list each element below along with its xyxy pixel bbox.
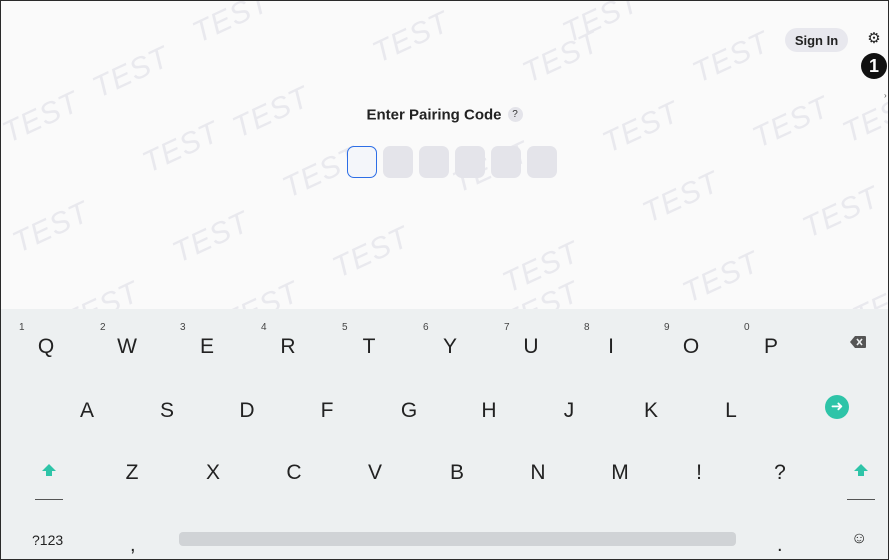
help-icon[interactable]: ? — [507, 107, 523, 123]
symbols-key[interactable]: ?123 — [32, 532, 63, 548]
key-number-hint: 9 — [664, 322, 670, 333]
key-k[interactable]: K — [627, 383, 675, 431]
watermark-text: TEST — [7, 195, 95, 260]
backspace-icon[interactable] — [845, 335, 871, 353]
keyboard-row-3: Z X C V B N M!? — [1, 445, 888, 493]
annotation-badge: 1 — [861, 53, 887, 79]
on-screen-keyboard: Q1W2E3R4T5Y6U7I8O9P0 ASDFGHJKL ➜ ZXCVBNM… — [1, 309, 888, 559]
chevron-right-icon: › — [884, 91, 887, 100]
key-z[interactable]: Z — [108, 445, 156, 493]
key-e[interactable]: E3 — [180, 319, 231, 367]
key-letter: Y — [442, 335, 457, 358]
watermark-text: TEST — [687, 25, 775, 90]
watermark-text: TEST — [797, 180, 885, 245]
key-s[interactable]: S — [143, 383, 191, 431]
pairing-screen: TEST TEST TEST TEST TEST TEST TEST TEST TEST TEST… — [0, 0, 889, 560]
key-t[interactable]: T5 — [342, 319, 393, 367]
key-q[interactable]: Q1 — [19, 319, 70, 367]
shift-underline — [847, 499, 875, 500]
code-digit-box[interactable] — [419, 146, 449, 178]
space-bar[interactable] — [179, 532, 736, 546]
key-d[interactable]: D — [223, 383, 271, 431]
period-key[interactable]: . — [777, 534, 783, 557]
key-letter: O — [682, 335, 700, 358]
sign-in-button[interactable]: Sign In — [785, 28, 848, 52]
key-letter: P — [763, 335, 778, 358]
key-number-hint: 5 — [342, 322, 348, 333]
key-h[interactable]: H — [465, 383, 513, 431]
key-number-hint: 1 — [19, 322, 25, 333]
watermark-text: TEST — [497, 235, 585, 300]
key-number-hint: 2 — [100, 322, 106, 333]
key-n[interactable]: N — [514, 445, 562, 493]
pairing-area: TEST TEST TEST TEST TEST TEST TEST TEST TEST TEST… — [1, 0, 888, 340]
code-digit-box[interactable] — [491, 146, 521, 178]
key-exclamation[interactable]: ! — [675, 445, 723, 493]
watermark-text: TEST — [517, 25, 605, 90]
keyboard-row-2: ASDFGHJKL — [1, 383, 888, 431]
key-f[interactable]: F — [303, 383, 351, 431]
key-y[interactable]: Y6 — [423, 319, 474, 367]
pairing-title-row: Enter Pairing Code? — [1, 106, 888, 124]
key-o[interactable]: O9 — [664, 319, 715, 367]
enter-arrow-icon[interactable]: ➜ — [825, 395, 849, 419]
watermark-text: TEST — [327, 220, 415, 285]
key-question[interactable]: ? — [756, 445, 804, 493]
key-letter: E — [199, 335, 214, 358]
key-p[interactable]: P0 — [744, 319, 795, 367]
watermark-text: TEST — [87, 40, 175, 105]
key-b[interactable]: B — [433, 445, 481, 493]
key-m[interactable]: M — [596, 445, 644, 493]
key-w[interactable]: W2 — [100, 319, 151, 367]
watermark-text: TEST — [137, 115, 225, 180]
watermark-text: TEST — [637, 165, 725, 230]
key-i[interactable]: I8 — [584, 319, 635, 367]
key-v[interactable]: V — [351, 445, 399, 493]
watermark-text: TEST — [677, 245, 765, 310]
key-letter: T — [362, 335, 376, 358]
key-number-hint: 8 — [584, 322, 590, 333]
key-letter: I — [608, 335, 614, 358]
shift-arrow-icon[interactable] — [846, 463, 876, 479]
key-a[interactable]: A — [63, 383, 111, 431]
code-digit-box[interactable] — [347, 146, 377, 178]
page-title: Enter Pairing Code — [366, 106, 502, 124]
key-number-hint: 4 — [261, 322, 267, 333]
watermark-text: TEST — [367, 5, 455, 70]
key-g[interactable]: G — [385, 383, 433, 431]
gear-icon[interactable]: ⚙ — [865, 30, 883, 48]
watermark-text: TEST — [167, 205, 255, 270]
watermark-text: TEST — [557, 0, 645, 50]
key-number-hint: 0 — [744, 322, 750, 333]
comma-key[interactable]: , — [130, 534, 136, 557]
keyboard-row-1: Q1W2E3R4T5Y6U7I8O9P0 — [1, 319, 888, 367]
code-digit-box[interactable] — [527, 146, 557, 178]
shift-underline — [35, 499, 63, 500]
emoji-icon[interactable]: ☺ — [851, 530, 867, 548]
code-digit-box[interactable] — [455, 146, 485, 178]
key-number-hint: 3 — [180, 322, 186, 333]
watermark-text: TEST — [187, 0, 275, 50]
pairing-code-input[interactable] — [347, 146, 557, 178]
key-c[interactable]: C — [270, 445, 318, 493]
key-x[interactable]: X — [189, 445, 237, 493]
shift-arrow-icon[interactable] — [34, 463, 64, 479]
code-digit-box[interactable] — [383, 146, 413, 178]
key-number-hint: 6 — [423, 322, 429, 333]
key-l[interactable]: L — [707, 383, 755, 431]
key-letter: W — [117, 335, 137, 358]
key-letter: U — [523, 335, 539, 358]
key-number-hint: 7 — [504, 322, 510, 333]
key-letter: R — [280, 335, 296, 358]
key-u[interactable]: U7 — [504, 319, 555, 367]
key-r[interactable]: R4 — [261, 319, 312, 367]
key-j[interactable]: J — [545, 383, 593, 431]
key-letter: Q — [37, 335, 55, 358]
